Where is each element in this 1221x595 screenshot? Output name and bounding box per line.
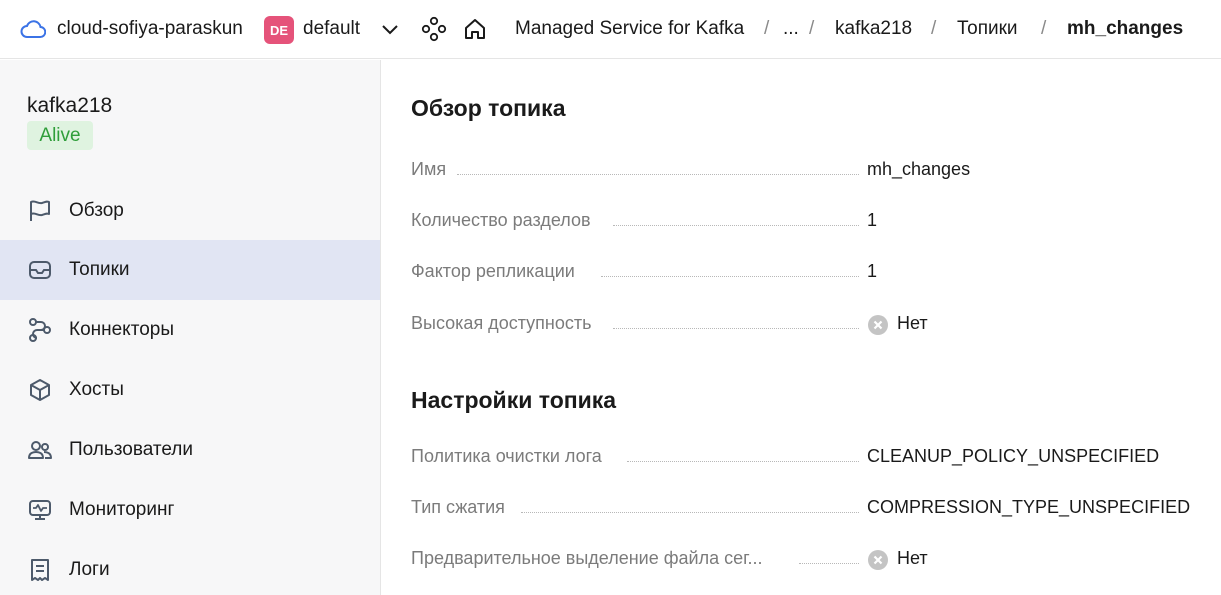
- sidebar-item-label: Логи: [69, 559, 110, 580]
- monitor-icon: [29, 500, 51, 520]
- sidebar-item-label: Обзор: [69, 200, 124, 221]
- row-value: 1: [867, 261, 878, 281]
- sidebar-item-logs[interactable]: Логи: [0, 540, 380, 595]
- sidebar-item-label: Хосты: [69, 379, 124, 400]
- sidebar-item-label: Пользователи: [69, 439, 194, 460]
- cloud-name[interactable]: cloud-sofiya-paraskun: [57, 18, 243, 40]
- sidebar-item-hosts[interactable]: Хосты: [0, 360, 380, 420]
- settings-title: Настройки топика: [411, 387, 617, 413]
- users-icon: [28, 441, 52, 459]
- flag-icon: [30, 200, 50, 221]
- cube-icon: [30, 379, 50, 401]
- breadcrumb-cluster[interactable]: kafka218: [835, 18, 912, 40]
- dotted-leader: [613, 225, 859, 226]
- dotted-leader: [601, 276, 859, 277]
- connectors-icon: [29, 318, 51, 342]
- cloud-icon[interactable]: [20, 18, 46, 40]
- top-bar: cloud-sofiya-paraskun DE default Managed…: [0, 0, 1221, 59]
- row-value: 1: [867, 210, 878, 230]
- inbox-icon: [29, 261, 51, 279]
- breadcrumb-topics[interactable]: Топики: [957, 18, 1018, 40]
- services-icon[interactable]: [421, 16, 447, 42]
- breadcrumb-current: mh_changes: [1067, 18, 1184, 39]
- chevron-down-icon[interactable]: [380, 22, 400, 38]
- folder-badge[interactable]: DE: [264, 16, 294, 44]
- sidebar-item-connectors[interactable]: Коннекторы: [0, 300, 380, 360]
- sidebar-item-label: Мониторинг: [69, 499, 175, 520]
- settings-row-cleanup-policy: Политика очистки лога CLEANUP_POLICY_UNS…: [411, 446, 1211, 476]
- cluster-name: kafka218: [27, 94, 113, 117]
- row-label: Фактор репликации: [411, 261, 575, 282]
- row-label: Количество разделов: [411, 210, 591, 231]
- sidebar-item-label: Топики: [69, 259, 130, 280]
- overview-row-name: Имя mh_changes: [411, 159, 1211, 189]
- sidebar: kafka218 Alive Обзор Топики Коннекторы Х…: [0, 60, 381, 595]
- overview-row-partitions: Количество разделов 1: [411, 210, 1211, 240]
- row-value: Нет: [897, 548, 928, 568]
- dotted-leader: [613, 328, 859, 329]
- row-value: COMPRESSION_TYPE_UNSPECIFIED: [867, 497, 1191, 517]
- row-label: Имя: [411, 159, 447, 180]
- x-circle-icon: [868, 315, 888, 335]
- row-value: mh_changes: [867, 159, 971, 179]
- sidebar-item-topics[interactable]: Топики: [0, 240, 380, 300]
- sidebar-item-overview[interactable]: Обзор: [0, 181, 380, 241]
- settings-row-compression: Тип сжатия COMPRESSION_TYPE_UNSPECIFIED: [411, 497, 1211, 527]
- dotted-leader: [521, 512, 859, 513]
- row-value: Нет: [897, 313, 928, 333]
- row-label: Предварительное выделение файла сег...: [411, 548, 763, 569]
- row-label: Тип сжатия: [411, 497, 505, 518]
- overview-row-replication: Фактор репликации 1: [411, 261, 1211, 291]
- overview-title: Обзор топика: [411, 95, 566, 121]
- status-badge: Alive: [27, 121, 93, 150]
- row-label: Политика очистки лога: [411, 446, 602, 467]
- breadcrumb-ellipsis[interactable]: ...: [783, 18, 799, 40]
- breadcrumb-separator: /: [1041, 18, 1047, 39]
- log-icon: [31, 559, 49, 581]
- breadcrumb-separator: /: [764, 18, 770, 39]
- dotted-leader: [457, 174, 859, 175]
- settings-row-preallocate: Предварительное выделение файла сег... Н…: [411, 548, 1211, 578]
- sidebar-item-label: Коннекторы: [69, 319, 174, 340]
- dotted-leader: [799, 563, 859, 564]
- sidebar-item-monitoring[interactable]: Мониторинг: [0, 480, 380, 540]
- sidebar-item-users[interactable]: Пользователи: [0, 420, 380, 480]
- row-value: CLEANUP_POLICY_UNSPECIFIED: [867, 446, 1160, 466]
- row-label: Высокая доступность: [411, 313, 592, 334]
- x-circle-icon: [868, 550, 888, 570]
- folder-name[interactable]: default: [303, 18, 360, 40]
- home-icon[interactable]: [462, 16, 488, 42]
- main-content: Обзор топика Имя mh_changes Количество р…: [381, 60, 1221, 595]
- breadcrumb-separator: /: [809, 18, 815, 39]
- breadcrumb-service[interactable]: Managed Service for Kafka: [515, 18, 744, 40]
- dotted-leader: [627, 461, 859, 462]
- breadcrumb-separator: /: [931, 18, 937, 39]
- overview-row-high-availability: Высокая доступность Нет: [411, 313, 1211, 343]
